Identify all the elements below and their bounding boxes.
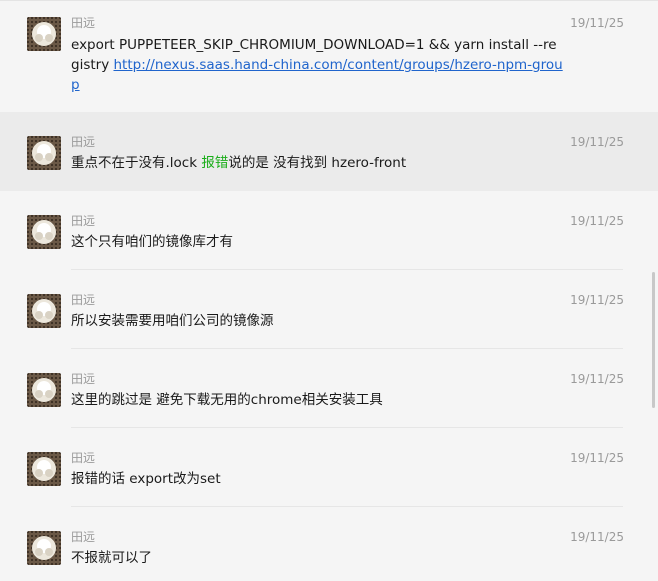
message-time: 19/11/25 bbox=[570, 16, 624, 30]
avatar-image-icon[interactable] bbox=[27, 531, 61, 565]
sender-name: 田远 bbox=[71, 214, 96, 228]
avatar-image-icon[interactable] bbox=[27, 215, 61, 249]
sender-name: 田远 bbox=[71, 293, 96, 307]
sender-name: 田远 bbox=[71, 372, 96, 386]
avatar-image-icon[interactable] bbox=[27, 136, 61, 170]
message-item[interactable]: 田远 19/11/25 这个只有咱们的镜像库才有 bbox=[0, 191, 658, 270]
message-item[interactable]: 田远 19/11/25 这里的跳过是 避免下载无用的chrome相关安装工具 bbox=[0, 349, 658, 428]
message-text: export PUPPETEER_SKIP_CHROMIUM_DOWNLOAD=… bbox=[71, 35, 563, 95]
registry-link[interactable]: http://nexus.saas.hand-china.com/content… bbox=[71, 57, 563, 93]
sender-name: 田远 bbox=[71, 530, 96, 544]
message-text: 不报就可以了 bbox=[71, 550, 152, 566]
message-time: 19/11/25 bbox=[570, 293, 624, 307]
message-time: 19/11/25 bbox=[570, 530, 624, 544]
avatar-image-icon[interactable] bbox=[27, 452, 61, 486]
message-text: 所以安装需要用咱们公司的镜像源 bbox=[71, 313, 274, 329]
sender-name: 田远 bbox=[71, 451, 96, 465]
message-item[interactable]: 田远 19/11/25 不报就可以了 bbox=[0, 507, 658, 581]
message-item-highlighted[interactable]: 田远 19/11/25 重点不在于没有.lock 报错说的是 没有找到 hzer… bbox=[0, 112, 658, 191]
vertical-scrollbar[interactable] bbox=[652, 272, 655, 408]
avatar-image-icon[interactable] bbox=[27, 373, 61, 407]
message-item[interactable]: 田远 19/11/25 所以安装需要用咱们公司的镜像源 bbox=[0, 270, 658, 349]
message-time: 19/11/25 bbox=[570, 451, 624, 465]
message-text: 这里的跳过是 避免下载无用的chrome相关安装工具 bbox=[71, 392, 383, 408]
message-text: 重点不在于没有.lock 报错说的是 没有找到 hzero-front bbox=[71, 153, 563, 173]
message-text-after: 说的是 没有找到 hzero-front bbox=[228, 155, 407, 171]
avatar-image-icon[interactable] bbox=[27, 294, 61, 328]
sender-name: 田远 bbox=[71, 16, 96, 30]
chat-history-panel: 田远 19/11/25 export PUPPETEER_SKIP_CHROMI… bbox=[0, 0, 658, 581]
avatar-image-icon[interactable] bbox=[27, 17, 61, 51]
highlighted-keyword: 报错 bbox=[201, 155, 229, 171]
message-time: 19/11/25 bbox=[570, 372, 624, 386]
message-item[interactable]: 田远 19/11/25 报错的话 export改为set bbox=[0, 428, 658, 507]
message-text-before: 重点不在于没有.lock bbox=[71, 155, 202, 171]
message-text: 这个只有咱们的镜像库才有 bbox=[71, 234, 233, 250]
message-item[interactable]: 田远 19/11/25 export PUPPETEER_SKIP_CHROMI… bbox=[0, 1, 658, 112]
sender-name: 田远 bbox=[71, 135, 96, 149]
message-time: 19/11/25 bbox=[570, 214, 624, 228]
message-text: 报错的话 export改为set bbox=[71, 471, 221, 487]
message-time: 19/11/25 bbox=[570, 135, 624, 149]
